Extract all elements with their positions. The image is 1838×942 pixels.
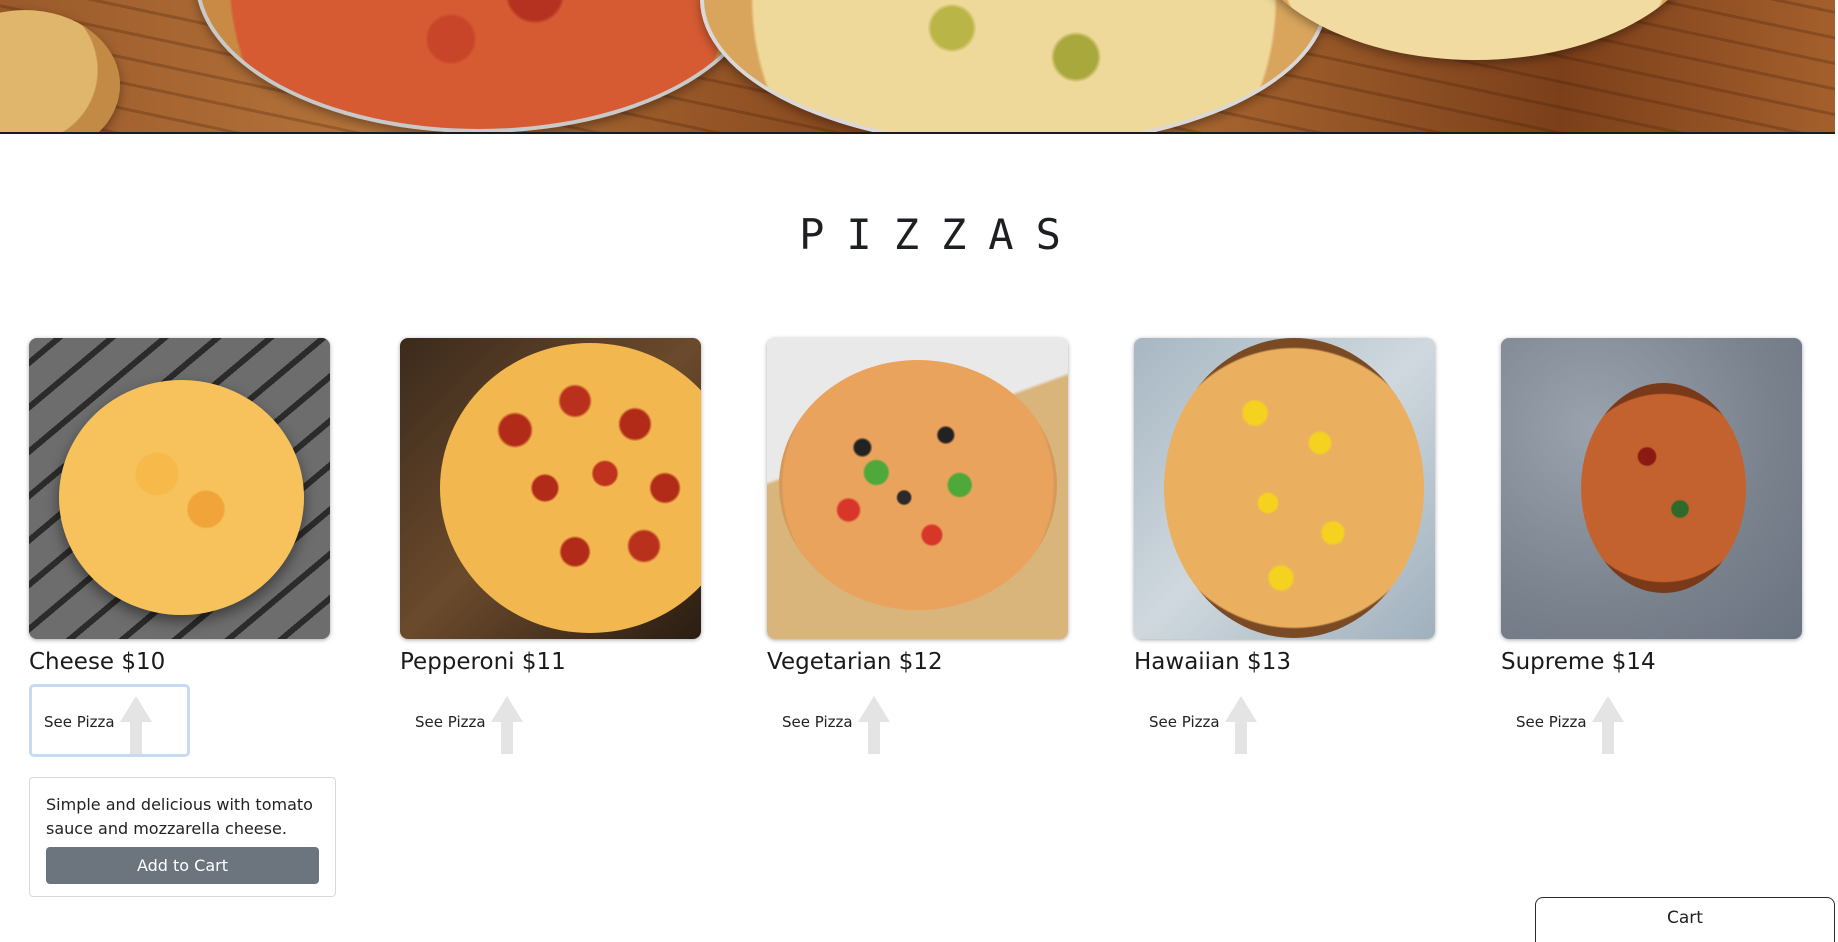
supreme-pizza-graphic: [1581, 383, 1746, 593]
pizza-image-supreme: [1501, 338, 1802, 639]
see-pizza-button-hawaiian[interactable]: See Pizza: [1134, 684, 1295, 757]
page: PIZZAS Cheese $10 See Pizza Pepperoni $1…: [0, 0, 1838, 942]
pizza-name: Pepperoni $11: [400, 649, 566, 675]
see-pizza-label: See Pizza: [1516, 713, 1587, 731]
see-pizza-label: See Pizza: [782, 713, 853, 731]
cart-label: Cart: [1667, 908, 1703, 928]
pizza-image-hawaiian: [1134, 338, 1435, 639]
hawaiian-pizza-graphic: [1164, 338, 1424, 638]
pizza-description: Simple and delicious with tomato sauce a…: [46, 795, 313, 838]
pizza-card-vegetarian: Vegetarian $12 See Pizza: [767, 338, 1068, 757]
pizza-card-hawaiian: Hawaiian $13 See Pizza: [1134, 338, 1435, 757]
vegetarian-pizza-graphic: [779, 360, 1057, 610]
hero-pizza-tomato: [195, 0, 763, 132]
add-to-cart-button[interactable]: Add to Cart: [46, 847, 319, 884]
pizza-name: Hawaiian $13: [1134, 649, 1291, 675]
see-pizza-button-vegetarian[interactable]: See Pizza: [767, 684, 928, 757]
see-pizza-label: See Pizza: [44, 713, 115, 731]
pizza-image-pepperoni: [400, 338, 701, 639]
hero-banner-image: [0, 0, 1835, 134]
pizza-name: Cheese $10: [29, 649, 166, 675]
see-pizza-button-cheese[interactable]: See Pizza: [29, 684, 190, 757]
pizza-card-pepperoni: Pepperoni $11 See Pizza: [400, 338, 701, 757]
see-pizza-button-pepperoni[interactable]: See Pizza: [400, 684, 561, 757]
cart-button[interactable]: Cart: [1535, 897, 1835, 942]
pizza-image-vegetarian: [767, 338, 1068, 639]
pizza-card-cheese: Cheese $10 See Pizza: [29, 338, 330, 757]
pizza-name: Vegetarian $12: [767, 649, 943, 675]
see-pizza-label: See Pizza: [1149, 713, 1220, 731]
pizza-card-supreme: Supreme $14 See Pizza: [1501, 338, 1802, 757]
see-pizza-label: See Pizza: [415, 713, 486, 731]
cheese-pizza-graphic: [59, 380, 304, 615]
pizza-details-panel: Simple and delicious with tomato sauce a…: [29, 777, 336, 897]
pepperoni-pizza-graphic: [440, 343, 701, 633]
see-pizza-button-supreme[interactable]: See Pizza: [1501, 684, 1662, 757]
section-title: PIZZAS: [799, 210, 1083, 259]
hero-pizza-left: [0, 10, 120, 132]
pizza-name: Supreme $14: [1501, 649, 1656, 675]
pizza-image-cheese: [29, 338, 330, 639]
hero-pizza-white: [700, 0, 1328, 132]
